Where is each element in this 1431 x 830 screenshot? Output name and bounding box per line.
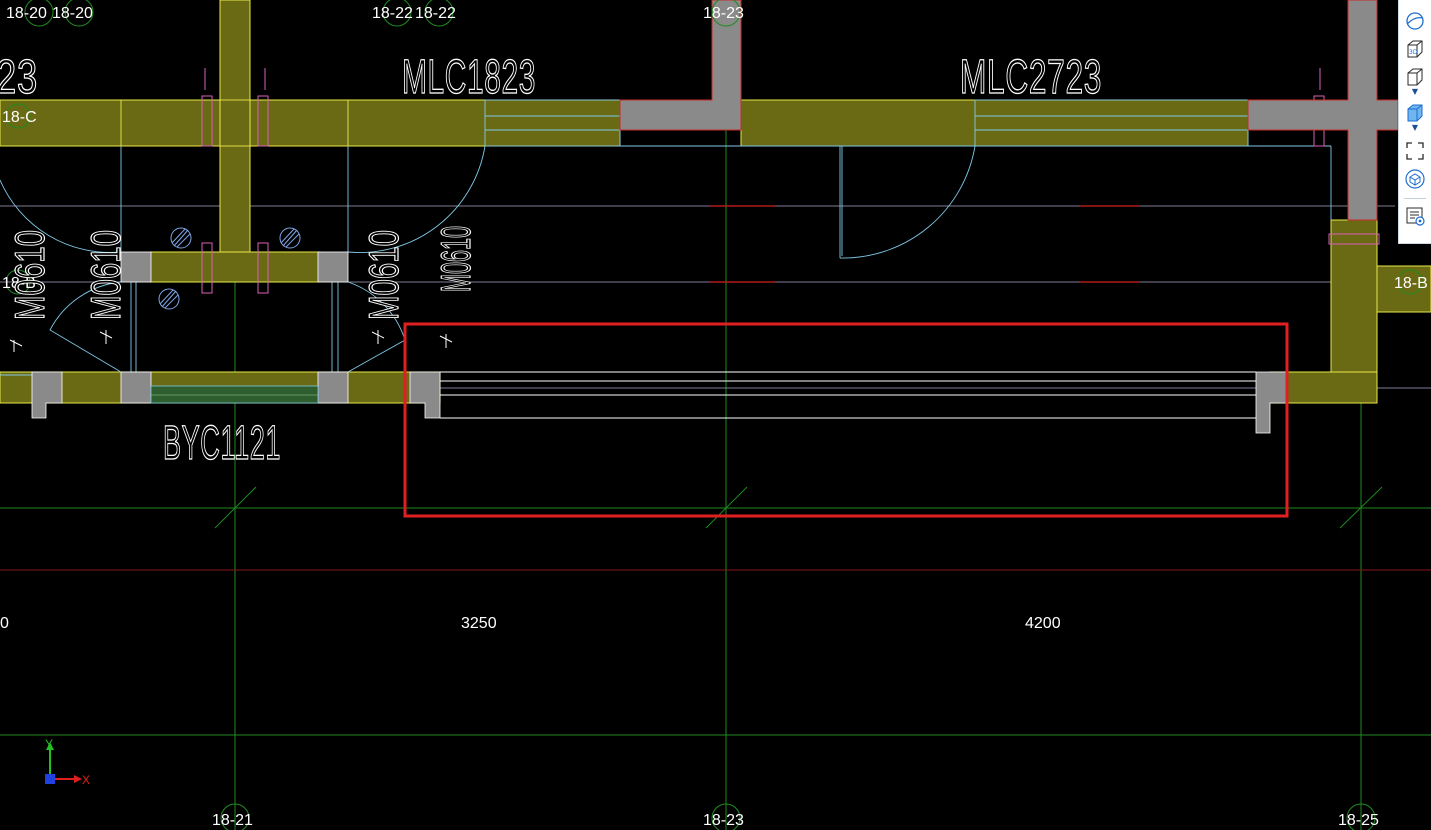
axis-top-label: 18-22 bbox=[372, 5, 413, 22]
column[interactable] bbox=[120, 371, 152, 404]
axis-side-label: 18-C bbox=[2, 109, 37, 126]
zoom-extents-icon bbox=[1406, 142, 1424, 160]
view-cube-button[interactable]: ▼ bbox=[1402, 64, 1428, 96]
axis-top-label: 18-22 bbox=[415, 5, 456, 22]
dimension-text: 0 bbox=[0, 615, 9, 632]
wall-vertical-left[interactable] bbox=[219, 0, 251, 283]
toolbar-divider bbox=[1404, 198, 1426, 199]
column[interactable] bbox=[1255, 371, 1287, 434]
axis-bottom-label: 18-25 bbox=[1338, 812, 1379, 829]
axis-top-label: 18-23 bbox=[703, 5, 744, 22]
top-axis-labels: 18-20 18-20 18-22 18-22 18-23 bbox=[6, 0, 744, 27]
component-view-button[interactable] bbox=[1402, 166, 1428, 192]
column[interactable] bbox=[409, 371, 441, 419]
ucs-x-label: X bbox=[82, 773, 90, 787]
column[interactable] bbox=[31, 371, 63, 419]
chevron-down-icon[interactable]: ▼ bbox=[1412, 123, 1418, 132]
door-label-m0610: M0610 bbox=[360, 230, 407, 320]
window-byc1121[interactable] bbox=[150, 385, 319, 404]
shaded-cube-button[interactable]: ▼ bbox=[1402, 100, 1428, 132]
ucs-icon: Y X bbox=[45, 737, 90, 787]
window-label-mlc1823: MLC1823 bbox=[402, 51, 536, 104]
3d-view-button[interactable]: 3D bbox=[1402, 36, 1428, 62]
column[interactable] bbox=[317, 251, 349, 283]
selection-box[interactable] bbox=[403, 322, 1289, 518]
zoom-extents-button[interactable] bbox=[1402, 138, 1428, 164]
axis-side-label: 18-B bbox=[1394, 275, 1428, 292]
dimension-text: 4200 bbox=[1025, 615, 1061, 632]
wall-top-mid[interactable] bbox=[740, 99, 1249, 147]
axis-bottom-label: 18-23 bbox=[703, 812, 744, 829]
bottom-axis-labels: 18-21 18-23 18-25 bbox=[212, 803, 1379, 830]
view-cube-icon bbox=[1407, 68, 1423, 86]
cad-drawing-canvas[interactable]: 18-20 18-20 18-22 18-22 18-23 18-C 18-B … bbox=[0, 0, 1431, 830]
beam-outline[interactable] bbox=[440, 371, 1256, 419]
properties-icon bbox=[1406, 207, 1425, 226]
door-label-m0610: M0610 bbox=[6, 230, 53, 320]
axis-top-label: 18-20 bbox=[52, 5, 93, 22]
column[interactable] bbox=[317, 371, 349, 404]
door-ticks bbox=[9, 330, 453, 352]
window-label-byc1121: BYC1121 bbox=[163, 417, 281, 470]
dimension-text: 3250 bbox=[461, 615, 497, 632]
3d-text: 3D bbox=[1409, 49, 1418, 56]
component-icon bbox=[1405, 169, 1425, 189]
wall-top-left[interactable] bbox=[0, 99, 621, 147]
properties-button[interactable] bbox=[1402, 203, 1428, 229]
reference-lines bbox=[0, 205, 1431, 389]
door-label-m0610: M0610 bbox=[82, 230, 129, 320]
cube-3d-icon: 3D bbox=[1407, 40, 1423, 58]
ucs-y-label: Y bbox=[45, 737, 53, 751]
axis-top-label: 18-20 bbox=[6, 5, 47, 22]
door-label-m0610: M0610 bbox=[432, 226, 479, 292]
column-top-right[interactable] bbox=[1247, 0, 1399, 221]
chevron-down-icon[interactable]: ▼ bbox=[1412, 87, 1418, 96]
view-toolbar: 3D ▼ ▼ bbox=[1398, 0, 1431, 244]
window-label-mlc2723: MLC2723 bbox=[960, 51, 1102, 104]
shaded-cube-icon bbox=[1407, 104, 1423, 122]
wall-middle-h[interactable] bbox=[149, 251, 321, 283]
orbit-button[interactable] bbox=[1402, 8, 1428, 34]
window-label-partial: 23 bbox=[0, 51, 38, 104]
axis-bottom-label: 18-21 bbox=[212, 812, 253, 829]
orbit-icon bbox=[1406, 12, 1424, 30]
